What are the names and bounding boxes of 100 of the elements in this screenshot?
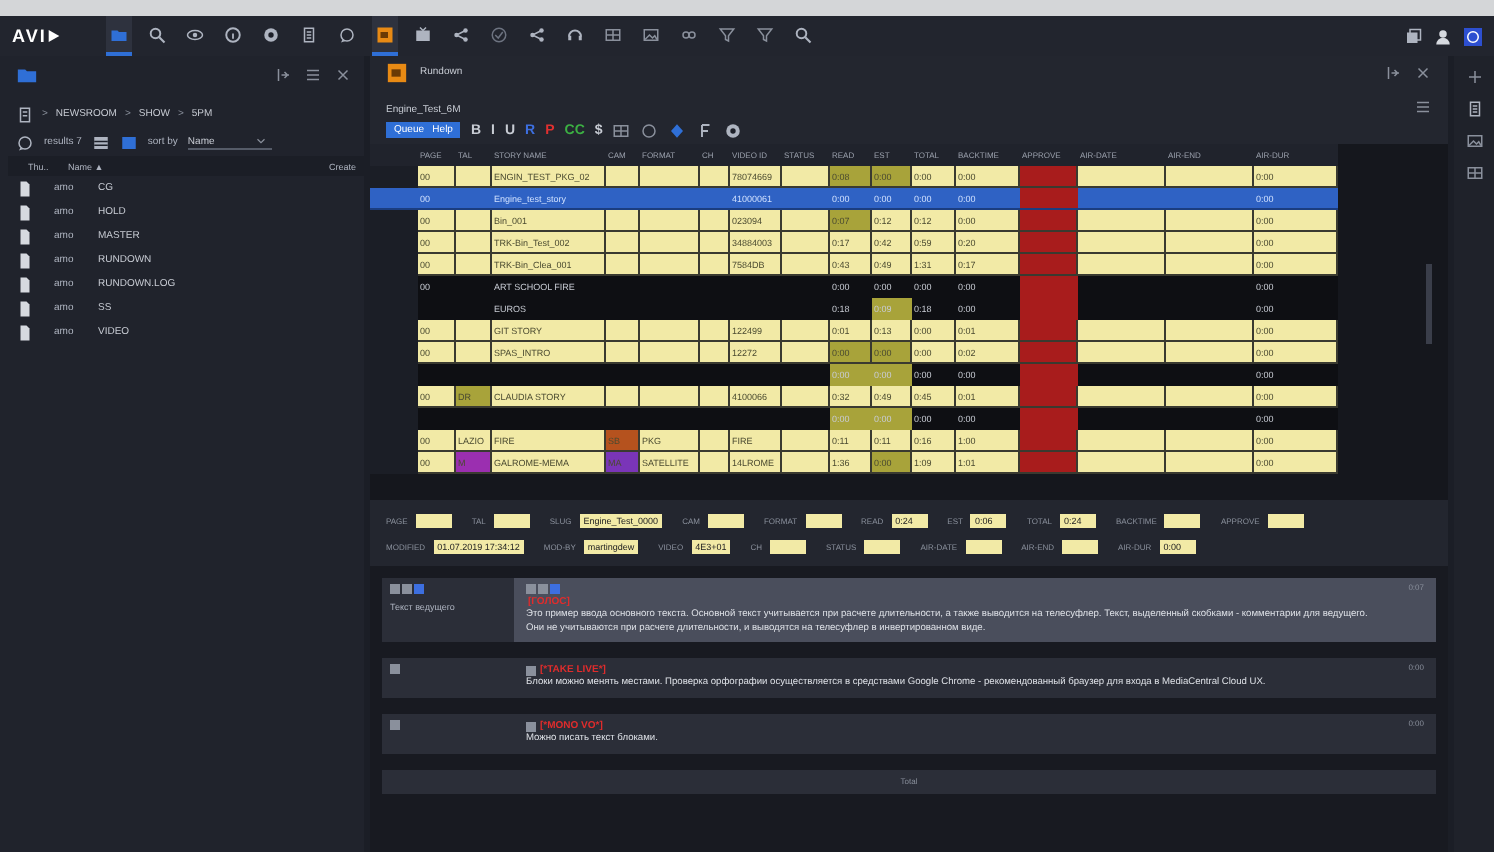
table-cell [640, 386, 700, 408]
grid-view-icon[interactable] [119, 133, 138, 151]
input-field[interactable] [965, 539, 1002, 553]
database-icon[interactable] [16, 105, 34, 123]
table-cell [606, 386, 640, 408]
table-cell [782, 342, 830, 364]
table-cell [782, 452, 830, 474]
table-cell [1166, 386, 1254, 408]
table-cell [640, 210, 700, 232]
table-icon[interactable] [612, 121, 631, 139]
table-cell [606, 232, 640, 254]
input-field[interactable] [1164, 513, 1201, 527]
add-icon[interactable] [1465, 68, 1483, 86]
table-cell [1166, 342, 1254, 364]
table-cell [606, 342, 640, 364]
close-icon[interactable] [1414, 63, 1432, 81]
table-cell [418, 364, 456, 386]
table-cell [606, 320, 640, 342]
table-cell [1078, 452, 1166, 474]
table-cell [1166, 320, 1254, 342]
table-cell [700, 210, 730, 232]
list-icon [386, 61, 408, 83]
block-tool-icon[interactable] [390, 720, 400, 731]
table-cell [640, 232, 700, 254]
drop-icon[interactable] [668, 121, 687, 139]
table-cell [1078, 386, 1166, 408]
table-cell [782, 386, 830, 408]
table-cell [606, 166, 640, 188]
table-cell [1078, 408, 1166, 430]
input-field[interactable] [770, 539, 806, 553]
table-cell [782, 408, 830, 430]
table-cell [1078, 188, 1166, 210]
comment-icon[interactable] [16, 133, 34, 151]
table-cell [456, 320, 492, 342]
table-cell [700, 166, 730, 188]
table-cell [1166, 232, 1254, 254]
input-field[interactable] [707, 513, 744, 527]
table-cell [456, 166, 492, 188]
input-field[interactable] [493, 513, 530, 527]
logo-text: AVI [12, 26, 47, 46]
caret-icon [254, 134, 269, 148]
table-cell [640, 320, 700, 342]
list-view-icon[interactable] [91, 133, 110, 151]
table-cell [456, 342, 492, 364]
table-cell [1078, 342, 1166, 364]
scrollbar-thumb[interactable] [1426, 264, 1432, 344]
table-cell [1078, 430, 1166, 452]
row-handle[interactable] [370, 210, 418, 232]
layers-icon[interactable] [1404, 27, 1422, 45]
block-tool-icon[interactable] [390, 664, 400, 675]
collapse-icon[interactable] [274, 65, 292, 83]
block-tool-icon[interactable] [526, 721, 536, 732]
table-cell [640, 342, 700, 364]
row-handle[interactable] [370, 188, 418, 210]
settings-icon[interactable] [724, 121, 743, 139]
loop-icon[interactable] [640, 121, 659, 139]
document-icon[interactable] [1465, 100, 1483, 118]
table-cell [782, 320, 830, 342]
play-icon [46, 28, 63, 44]
table-cell [1078, 254, 1166, 276]
menu-icon[interactable] [1414, 98, 1432, 116]
input-field[interactable] [1267, 513, 1304, 527]
table-cell [1166, 166, 1254, 188]
folder-icon[interactable] [106, 16, 133, 56]
table-cell [1166, 452, 1254, 474]
table-cell [1078, 210, 1166, 232]
table-cell [700, 254, 730, 276]
list-icon[interactable] [372, 16, 399, 56]
image-icon[interactable] [1465, 132, 1483, 150]
collapse-icon[interactable] [1384, 63, 1402, 81]
input-field[interactable] [415, 513, 452, 527]
table-cell [782, 430, 830, 452]
table-cell [700, 386, 730, 408]
close-icon[interactable] [334, 65, 352, 83]
table-cell [1078, 364, 1166, 386]
table-cell [1078, 320, 1166, 342]
input-field[interactable] [864, 539, 901, 553]
table-cell [700, 320, 730, 342]
table-cell [456, 254, 492, 276]
table-cell [700, 430, 730, 452]
user-icon[interactable] [1434, 27, 1452, 45]
table-cell [456, 232, 492, 254]
table-cell [1078, 232, 1166, 254]
table-cell [700, 342, 730, 364]
menu-icon[interactable] [304, 65, 322, 83]
grid-icon[interactable] [1465, 164, 1483, 182]
font-icon[interactable] [696, 121, 715, 139]
table-cell [1078, 166, 1166, 188]
input-field[interactable] [805, 513, 842, 527]
table-cell [1166, 210, 1254, 232]
table-cell [640, 254, 700, 276]
table-cell [606, 210, 640, 232]
table-cell [700, 232, 730, 254]
table-cell [640, 166, 700, 188]
input-field[interactable] [1062, 539, 1099, 553]
table-cell [782, 364, 830, 386]
block-tool-icon[interactable] [526, 665, 536, 676]
profile-icon[interactable] [1464, 27, 1482, 45]
row-handle[interactable] [370, 452, 418, 474]
row-handle[interactable] [370, 166, 418, 188]
